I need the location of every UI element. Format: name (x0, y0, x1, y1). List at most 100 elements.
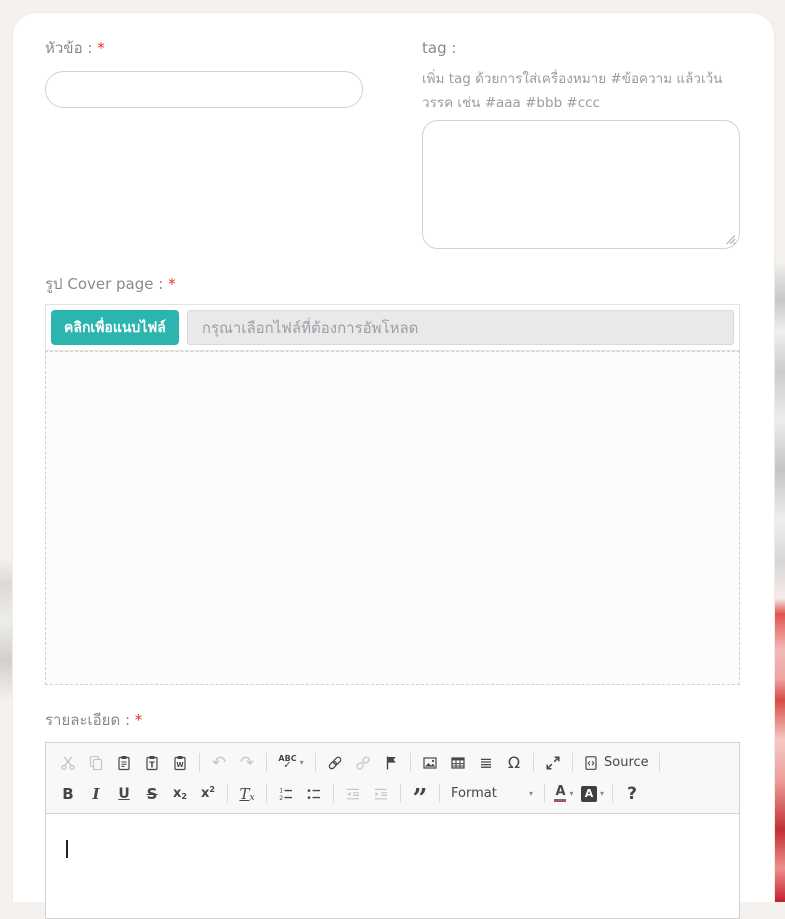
form-card: หัวข้อ : * tag : เพิ่ม tag ด้วยการใส่เคร… (12, 12, 775, 902)
strikethrough-icon[interactable]: S (139, 781, 165, 806)
toolbar-separator (199, 753, 200, 772)
cover-image-drop-zone[interactable] (45, 351, 740, 685)
undo-icon[interactable]: ↶ (206, 750, 232, 775)
undo-glyph: ↶ (212, 755, 226, 771)
source-button[interactable]: Source (579, 750, 653, 775)
underline-icon[interactable]: U (111, 781, 137, 806)
background-decoration-right (775, 0, 785, 902)
toolbar-row-2: B I U S x2 x2 Tx 12 (54, 778, 731, 809)
numlist-1: 1 (279, 787, 283, 794)
omega-glyph: Ω (508, 755, 520, 771)
source-doc-icon (583, 755, 599, 771)
cut-icon[interactable] (55, 750, 81, 775)
title-field-group: หัวข้อ : * (45, 38, 363, 108)
copy-icon[interactable] (83, 750, 109, 775)
toolbar-separator (333, 784, 334, 803)
outdent-icon[interactable] (340, 781, 366, 806)
tag-field-group: tag : เพิ่ม tag ด้วยการใส่เครื่องหมาย #ข… (422, 38, 740, 249)
blockquote-glyph: ” (413, 785, 428, 803)
bold-glyph: B (62, 785, 73, 803)
dropdown-caret-icon: ▾ (569, 789, 573, 798)
italic-glyph: I (92, 785, 99, 803)
top-row: หัวข้อ : * tag : เพิ่ม tag ด้วยการใส่เคร… (45, 38, 740, 249)
toolbar-row-1: T W ↶ ↷ ABC ✓ ▾ (54, 747, 731, 778)
about-help-icon[interactable]: ? (619, 781, 645, 806)
sub-small: 2 (181, 792, 187, 801)
cover-label-text: รูป Cover page : (45, 275, 163, 293)
indent-icon[interactable] (368, 781, 394, 806)
superscript-icon[interactable]: x2 (195, 781, 221, 806)
toolbar-separator (315, 753, 316, 772)
toolbar-separator (410, 753, 411, 772)
blockquote-icon[interactable]: ” (407, 781, 433, 806)
editor-toolbar: T W ↶ ↷ ABC ✓ ▾ (46, 743, 739, 814)
required-asterisk: * (135, 711, 143, 729)
toolbar-separator (572, 753, 573, 772)
horizontal-rule-icon[interactable] (473, 750, 499, 775)
italic-icon[interactable]: I (83, 781, 109, 806)
file-name-display[interactable] (187, 310, 734, 345)
file-upload-bar: คลิกเพื่อแนบไฟล์ (45, 304, 740, 351)
text-cursor (66, 840, 68, 858)
text-color-stack: A (554, 785, 566, 802)
subscript-icon[interactable]: x2 (167, 781, 193, 806)
dropdown-caret-icon: ▾ (300, 758, 304, 767)
remove-format-glyph: Tx (239, 785, 254, 803)
tag-textarea[interactable] (422, 120, 740, 249)
toolbar-separator (439, 784, 440, 803)
text-color-icon[interactable]: A ▾ (551, 781, 577, 806)
toolbar-separator (544, 784, 545, 803)
redo-glyph: ↷ (240, 755, 254, 771)
attach-file-button[interactable]: คลิกเพื่อแนบไฟล์ (51, 310, 179, 345)
sub-base: x (173, 786, 181, 801)
subscript-glyph: x2 (173, 786, 187, 801)
bulleted-list-icon[interactable] (301, 781, 327, 806)
toolbar-separator (612, 784, 613, 803)
paste-text-icon[interactable]: T (139, 750, 165, 775)
help-glyph: ? (627, 784, 637, 804)
numbered-list-icon[interactable]: 12 (273, 781, 299, 806)
toolbar-separator (266, 753, 267, 772)
link-icon[interactable] (322, 750, 348, 775)
sup-base: x (201, 786, 209, 801)
format-dropdown[interactable]: Format ▾ (446, 781, 538, 806)
toolbar-separator (227, 784, 228, 803)
tag-hint: เพิ่ม tag ด้วยการใส่เครื่องหมาย #ข้อความ… (422, 67, 740, 115)
maximize-icon[interactable] (540, 750, 566, 775)
cover-label: รูป Cover page : * (45, 274, 740, 294)
source-label: Source (604, 755, 649, 770)
tag-label: tag : (422, 38, 740, 58)
superscript-glyph: x2 (201, 786, 215, 801)
background-color-box: A (581, 786, 597, 802)
background-decoration-left (0, 0, 12, 902)
bold-icon[interactable]: B (55, 781, 81, 806)
spellcheck-icon[interactable]: ABC ✓ ▾ (273, 750, 309, 775)
remove-format-icon[interactable]: Tx (234, 781, 260, 806)
text-color-glyph: A (555, 785, 565, 798)
anchor-flag-icon[interactable] (378, 750, 404, 775)
background-color-icon[interactable]: A ▾ (579, 781, 606, 806)
text-color-bar (554, 799, 566, 802)
underline-glyph: U (118, 786, 129, 802)
title-label: หัวข้อ : * (45, 38, 363, 58)
removeformat-base: T (239, 785, 249, 803)
details-label: รายละเอียด : * (45, 710, 740, 730)
rich-text-editor: T W ↶ ↷ ABC ✓ ▾ (45, 742, 740, 919)
toolbar-separator (659, 753, 660, 772)
paste-icon[interactable] (111, 750, 137, 775)
strike-glyph: S (147, 785, 158, 803)
tag-textarea-wrap (422, 120, 740, 249)
required-asterisk: * (97, 39, 105, 57)
spellcheck-stack: ABC ✓ (278, 755, 296, 771)
paste-word-icon[interactable]: W (167, 750, 193, 775)
title-input[interactable] (45, 71, 363, 108)
spellcheck-check: ✓ (283, 761, 291, 771)
special-char-icon[interactable]: Ω (501, 750, 527, 775)
table-icon[interactable] (445, 750, 471, 775)
editor-content-area[interactable] (46, 814, 739, 918)
dropdown-caret-icon: ▾ (600, 789, 604, 798)
required-asterisk: * (168, 275, 176, 293)
image-icon[interactable] (417, 750, 443, 775)
unlink-icon[interactable] (350, 750, 376, 775)
redo-icon[interactable]: ↷ (234, 750, 260, 775)
